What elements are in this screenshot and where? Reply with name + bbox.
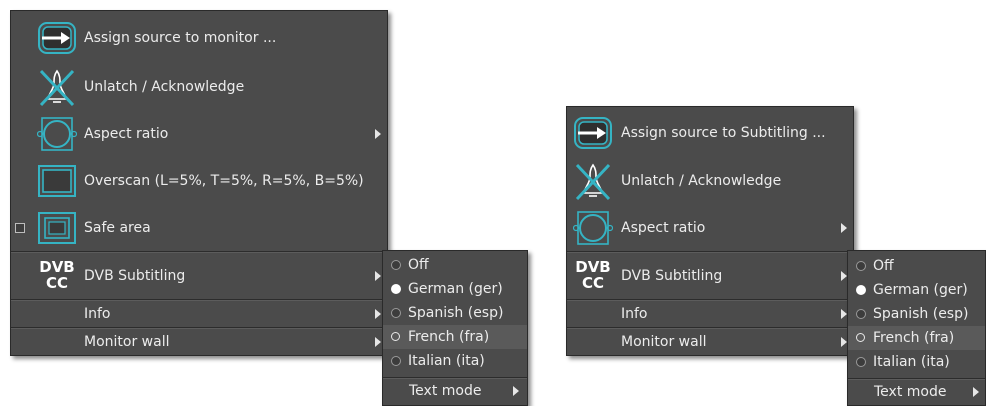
dvb-cc-icon: DVB CC [37,256,77,296]
submenu-arrow-icon [841,223,847,233]
radio-spanish[interactable] [856,309,866,319]
radio-italian[interactable] [856,357,866,367]
right-context-menu: Assign source to Subtitling ... Unlatch … [566,106,854,356]
subtitle-option-spanish[interactable]: Spanish (esp) [383,301,527,325]
option-label: Spanish (esp) [873,306,969,322]
aspect-ratio-icon [573,208,613,248]
radio-german[interactable] [856,285,866,295]
radio-french[interactable] [856,333,865,342]
menu-item-label: Unlatch / Acknowledge [84,79,245,95]
option-label: French (fra) [873,330,955,346]
cc-icon-text: CC [581,274,605,292]
menu-item-label: Overscan (L=5%, T=5%, R=5%, B=5%) [84,173,364,189]
left-subtitle-submenu: Off German (ger) Spanish (esp) French (f… [382,250,528,406]
dvb-icon-text: DVB [39,258,75,276]
submenu-arrow-icon [513,385,519,396]
radio-italian[interactable] [391,356,401,366]
option-label: Off [408,257,429,273]
menu-item-label: Monitor wall [84,333,170,350]
menu-item-overscan[interactable]: Overscan (L=5%, T=5%, R=5%, B=5%) [11,157,387,205]
overscan-icon [37,161,77,201]
radio-off[interactable] [856,261,866,271]
right-subtitle-submenu: Off German (ger) Spanish (esp) French (f… [847,250,986,406]
menu-item-label: Aspect ratio [621,220,706,236]
menu-item-monitor-wall[interactable]: Monitor wall [11,327,387,355]
menu-item-label: Assign source to monitor ... [84,30,277,46]
dvb-cc-icon: DVB CC [573,256,613,296]
assign-arrow-icon [573,113,613,153]
option-label: Spanish (esp) [408,305,504,321]
option-label: Italian (ita) [873,354,950,370]
radio-off[interactable] [391,260,401,270]
option-label: German (ger) [408,281,503,297]
menu-item-aspect-ratio[interactable]: Aspect ratio [567,205,853,251]
subtitle-option-german[interactable]: German (ger) [383,277,527,301]
menu-item-label: DVB Subtitling [84,267,186,284]
subtitle-option-french[interactable]: French (fra) [383,325,527,349]
menu-item-label: Info [84,305,111,322]
menu-item-assign-source[interactable]: Assign source to monitor ... [11,13,387,63]
radio-french[interactable] [391,332,400,341]
radio-german[interactable] [391,284,401,294]
menu-item-info[interactable]: Info [567,299,853,327]
menu-item-label: DVB Subtitling [621,267,723,284]
submenu-item-text-mode[interactable]: Text mode [848,378,985,404]
option-label: Text mode [874,383,947,400]
subtitle-option-italian[interactable]: Italian (ita) [848,350,985,374]
menu-item-label: Assign source to Subtitling ... [621,125,826,141]
subtitle-option-german[interactable]: German (ger) [848,278,985,302]
option-label: Text mode [409,382,482,399]
subtitle-option-french[interactable]: French (fra) [848,326,985,350]
menu-item-label: Monitor wall [621,333,707,350]
assign-arrow-icon [37,18,77,58]
subtitle-option-off[interactable]: Off [848,254,985,278]
radio-spanish[interactable] [391,308,401,318]
menu-item-unlatch[interactable]: Unlatch / Acknowledge [567,157,853,205]
aspect-ratio-icon [37,114,77,154]
menu-item-label: Unlatch / Acknowledge [621,173,782,189]
menu-item-label: Safe area [84,220,151,236]
submenu-arrow-icon [973,386,979,397]
submenu-item-text-mode[interactable]: Text mode [383,377,527,403]
menu-item-label: Aspect ratio [84,126,169,142]
subtitle-option-italian[interactable]: Italian (ita) [383,349,527,373]
menu-item-dvb-subtitling[interactable]: DVB CC DVB Subtitling [567,251,853,299]
submenu-arrow-icon [375,129,381,139]
menu-item-monitor-wall[interactable]: Monitor wall [567,327,853,355]
option-label: Off [873,258,894,274]
option-label: French (fra) [408,329,490,345]
menu-item-assign-source[interactable]: Assign source to Subtitling ... [567,109,853,157]
menu-item-label: Info [621,305,648,322]
subtitle-option-off[interactable]: Off [383,253,527,277]
submenu-arrow-icon [375,270,381,281]
subtitle-option-spanish[interactable]: Spanish (esp) [848,302,985,326]
menu-item-aspect-ratio[interactable]: Aspect ratio [11,111,387,157]
unlatch-bell-icon [37,67,77,107]
menu-item-dvb-subtitling[interactable]: DVB CC DVB Subtitling [11,251,387,299]
menu-item-safe-area[interactable]: Safe area [11,205,387,251]
option-label: German (ger) [873,282,968,298]
safe-area-checkbox[interactable] [15,223,25,233]
submenu-arrow-icon [375,308,381,319]
safe-area-icon [37,208,77,248]
menu-item-unlatch[interactable]: Unlatch / Acknowledge [11,63,387,111]
submenu-arrow-icon [375,336,381,347]
cc-icon-text: CC [45,274,69,292]
left-context-menu: Assign source to monitor ... Unlatch / A… [10,10,388,356]
unlatch-bell-icon [573,161,613,201]
option-label: Italian (ita) [408,353,485,369]
menu-item-info[interactable]: Info [11,299,387,327]
dvb-icon-text: DVB [575,258,611,276]
